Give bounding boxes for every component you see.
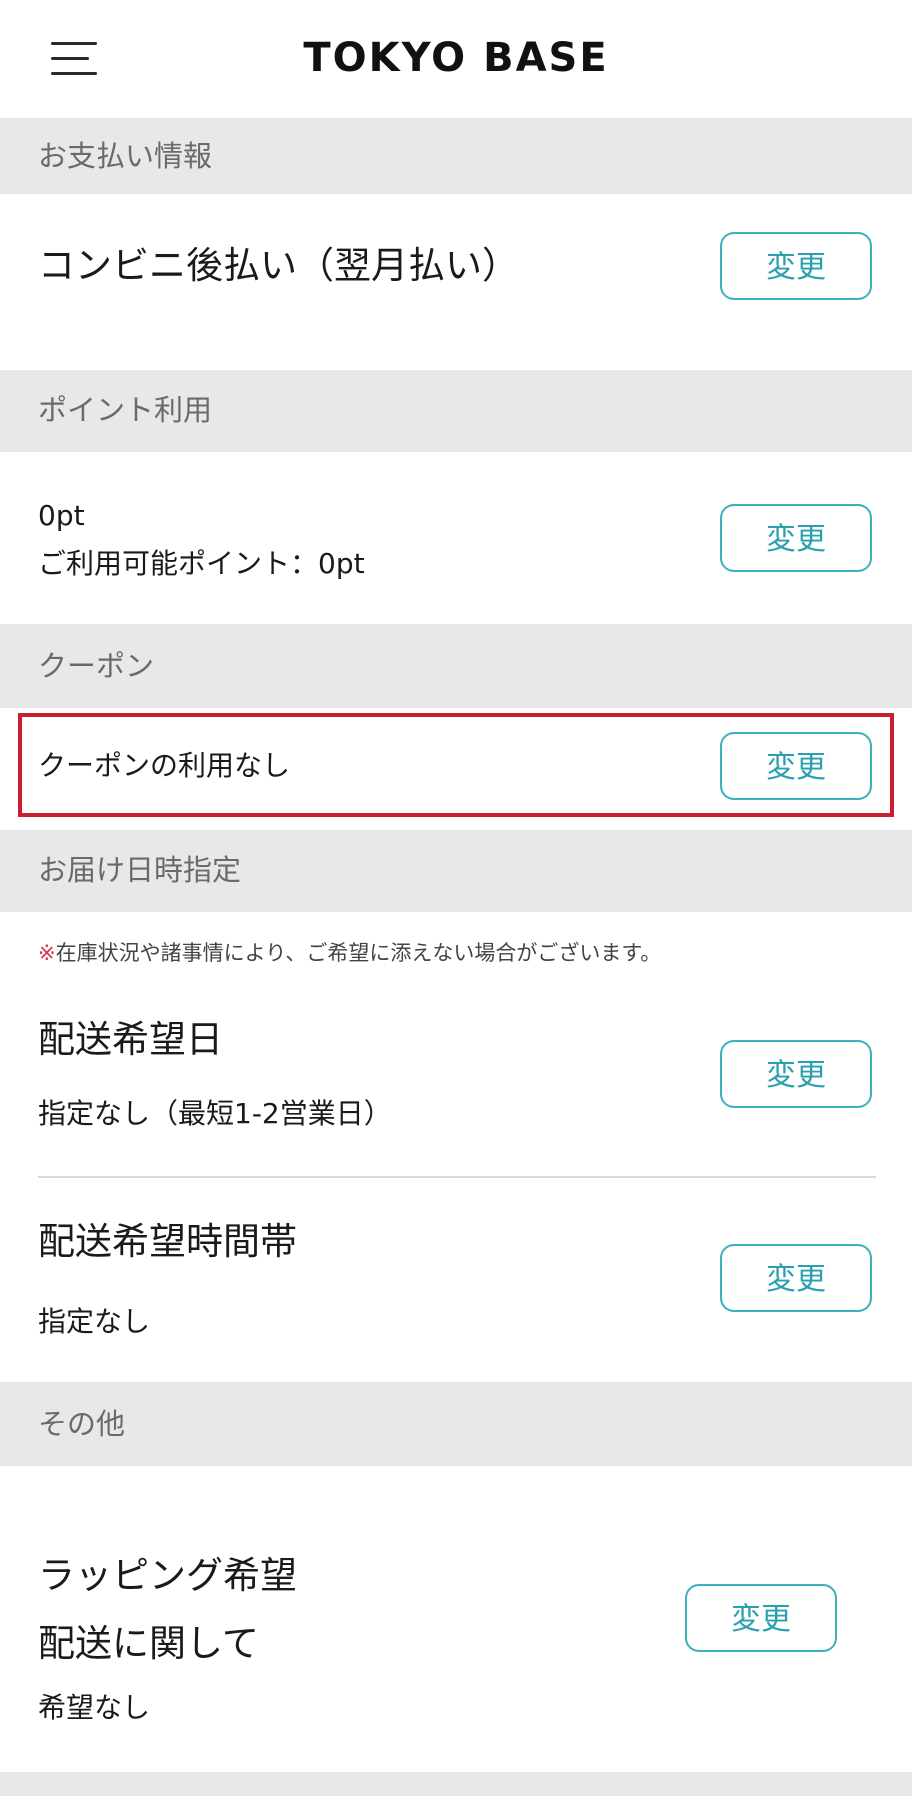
section-title: お支払い情報	[38, 139, 213, 173]
delivery-date-label: 配送希望日	[38, 1018, 223, 1061]
section-header-other: その他	[0, 1382, 912, 1466]
section-header-bottom	[0, 1772, 912, 1796]
section-header-points: ポイント利用	[0, 370, 912, 452]
section-header-coupon: クーポン	[0, 624, 912, 708]
delivery-date-value: 指定なし（最短1-2営業日）	[38, 1097, 392, 1130]
points-used-value: 0pt	[38, 499, 85, 532]
delivery-time-value: 指定なし	[38, 1305, 151, 1338]
shipping-notes-label: 配送に関して	[38, 1622, 259, 1665]
checkout-page: TOKYO BASE お支払い情報 コンビニ後払い（翌月払い） 変更 ポイント利…	[0, 0, 912, 1796]
delivery-notice: ※在庫状況や諸事情により、ご希望に添えない場合がございます。	[38, 938, 661, 968]
delivery-time-label: 配送希望時間帯	[38, 1220, 297, 1263]
notice-text: 在庫状況や諸事情により、ご希望に添えない場合がございます。	[55, 941, 662, 965]
points-row: 0pt ご利用可能ポイント：0pt 変更	[0, 452, 912, 624]
change-delivery-time-button[interactable]: 変更	[720, 1244, 872, 1312]
coupon-value: クーポンの利用なし	[38, 749, 291, 782]
payment-row: コンビニ後払い（翌月払い） 変更	[0, 194, 912, 370]
coupon-row: クーポンの利用なし 変更	[0, 708, 912, 824]
points-available-text: ご利用可能ポイント：0pt	[38, 547, 365, 580]
section-title: その他	[38, 1407, 126, 1441]
change-payment-button[interactable]: 変更	[720, 232, 872, 300]
section-title: ポイント利用	[38, 393, 213, 427]
section-header-payment: お支払い情報	[0, 118, 912, 194]
change-delivery-date-button[interactable]: 変更	[720, 1040, 872, 1108]
wrapping-label: ラッピング希望	[38, 1554, 297, 1597]
divider	[38, 1176, 876, 1178]
change-other-button[interactable]: 変更	[685, 1584, 837, 1652]
change-coupon-button[interactable]: 変更	[720, 732, 872, 800]
brand-logo-title: TOKYO BASE	[303, 35, 609, 81]
notice-mark: ※	[38, 941, 56, 965]
app-header: TOKYO BASE	[0, 0, 912, 118]
delivery-block: ※在庫状況や諸事情により、ご希望に添えない場合がございます。 配送希望日 指定な…	[0, 912, 912, 1382]
section-header-delivery: お届け日時指定	[0, 830, 912, 912]
payment-method-value: コンビニ後払い（翌月払い）	[38, 244, 519, 287]
section-title: お届け日時指定	[38, 853, 242, 887]
section-title: クーポン	[38, 649, 155, 683]
other-value: 希望なし	[38, 1691, 151, 1724]
other-block: ラッピング希望 配送に関して 希望なし 変更	[0, 1466, 912, 1772]
change-points-button[interactable]: 変更	[720, 504, 872, 572]
